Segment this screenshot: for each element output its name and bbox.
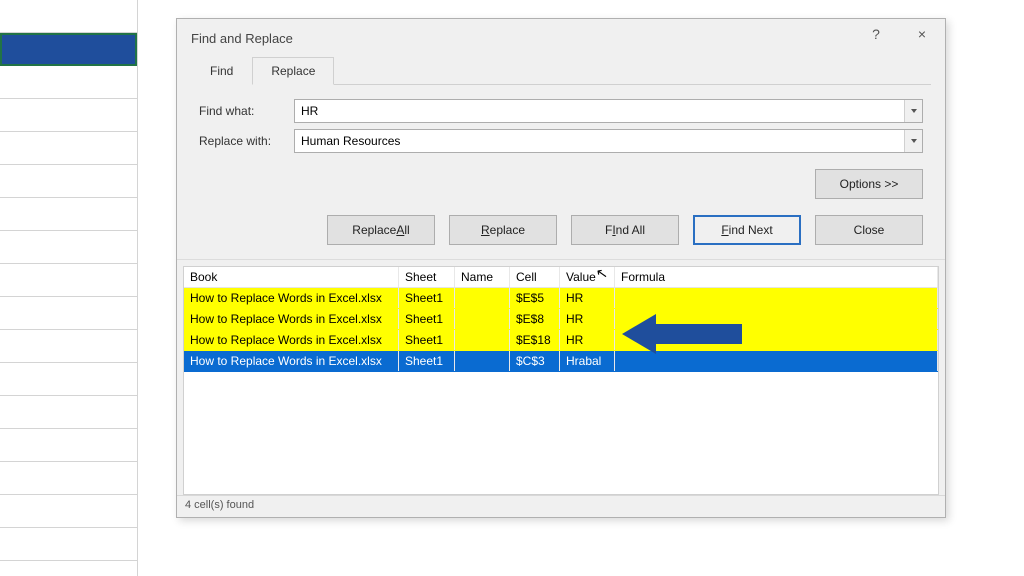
replace-button[interactable]: Replace	[449, 215, 557, 245]
cell[interactable]	[0, 0, 137, 33]
cell[interactable]	[0, 462, 137, 495]
result-row[interactable]: How to Replace Words in Excel.xlsxSheet1…	[184, 309, 938, 330]
row-formula	[615, 309, 938, 329]
spreadsheet-column-a[interactable]	[0, 0, 138, 576]
replace-with-label: Replace with:	[199, 134, 294, 148]
chevron-down-icon	[911, 109, 917, 113]
row-cell: $E$8	[510, 309, 560, 329]
col-cell[interactable]: Cell	[510, 267, 560, 287]
close-icon[interactable]: ×	[899, 19, 945, 49]
col-name[interactable]: Name	[455, 267, 510, 287]
cell[interactable]	[0, 363, 137, 396]
row-cell: $E$5	[510, 288, 560, 308]
cell[interactable]	[0, 429, 137, 462]
row-cell: $C$3	[510, 351, 560, 371]
find-next-button[interactable]: Find Next	[693, 215, 801, 245]
row-name	[455, 288, 510, 308]
row-formula	[615, 351, 938, 371]
result-row[interactable]: How to Replace Words in Excel.xlsxSheet1…	[184, 351, 938, 372]
dialog-tabs: Find Replace	[191, 57, 931, 85]
row-value: Hrabal	[560, 351, 615, 371]
tab-find[interactable]: Find	[191, 57, 252, 85]
row-sheet: Sheet1	[399, 309, 455, 329]
options-button[interactable]: Options >>	[815, 169, 923, 199]
col-sheet[interactable]: Sheet	[399, 267, 455, 287]
row-cell: $E$18	[510, 330, 560, 350]
row-sheet: Sheet1	[399, 330, 455, 350]
cell[interactable]	[0, 528, 137, 561]
col-book[interactable]: Book	[184, 267, 399, 287]
row-book: How to Replace Words in Excel.xlsx	[184, 330, 399, 350]
row-name	[455, 330, 510, 350]
replace-with-input[interactable]	[295, 130, 904, 152]
cell[interactable]	[0, 165, 137, 198]
result-row[interactable]: How to Replace Words in Excel.xlsxSheet1…	[184, 288, 938, 309]
row-sheet: Sheet1	[399, 351, 455, 371]
cell[interactable]	[0, 132, 137, 165]
cell[interactable]	[0, 495, 137, 528]
tab-replace[interactable]: Replace	[252, 57, 334, 85]
col-value[interactable]: Value↖	[560, 267, 615, 287]
row-value: HR	[560, 330, 615, 350]
cell[interactable]	[0, 198, 137, 231]
result-row[interactable]: How to Replace Words in Excel.xlsxSheet1…	[184, 330, 938, 351]
row-value: HR	[560, 309, 615, 329]
row-name	[455, 309, 510, 329]
cell[interactable]	[0, 297, 137, 330]
find-what-label: Find what:	[199, 104, 294, 118]
cell[interactable]	[0, 264, 137, 297]
find-replace-dialog: Find and Replace ? × Find Replace Find w…	[176, 18, 946, 518]
replace-history-dropdown[interactable]	[904, 130, 922, 152]
find-all-button[interactable]: FInd All	[571, 215, 679, 245]
chevron-down-icon	[911, 139, 917, 143]
results-header[interactable]: Book Sheet Name Cell Value↖ Formula	[184, 267, 938, 288]
col-formula[interactable]: Formula	[615, 267, 938, 287]
row-name	[455, 351, 510, 371]
cursor-icon: ↖	[595, 266, 610, 283]
cell[interactable]	[0, 66, 137, 99]
find-what-input[interactable]	[295, 100, 904, 122]
row-value: HR	[560, 288, 615, 308]
row-book: How to Replace Words in Excel.xlsx	[184, 288, 399, 308]
cell[interactable]	[0, 99, 137, 132]
cell[interactable]	[0, 330, 137, 363]
row-book: How to Replace Words in Excel.xlsx	[184, 309, 399, 329]
close-button[interactable]: Close	[815, 215, 923, 245]
dialog-titlebar[interactable]: Find and Replace ? ×	[177, 19, 945, 57]
dialog-title: Find and Replace	[191, 31, 293, 46]
cell-selected[interactable]	[0, 33, 137, 66]
row-sheet: Sheet1	[399, 288, 455, 308]
status-bar: 4 cell(s) found	[177, 495, 945, 517]
cell[interactable]	[0, 396, 137, 429]
row-formula	[615, 330, 938, 350]
find-history-dropdown[interactable]	[904, 100, 922, 122]
replace-all-button[interactable]: Replace All	[327, 215, 435, 245]
row-book: How to Replace Words in Excel.xlsx	[184, 351, 399, 371]
help-button[interactable]: ?	[853, 19, 899, 49]
row-formula	[615, 288, 938, 308]
cell[interactable]	[0, 231, 137, 264]
results-list[interactable]: Book Sheet Name Cell Value↖ Formula How …	[183, 266, 939, 495]
